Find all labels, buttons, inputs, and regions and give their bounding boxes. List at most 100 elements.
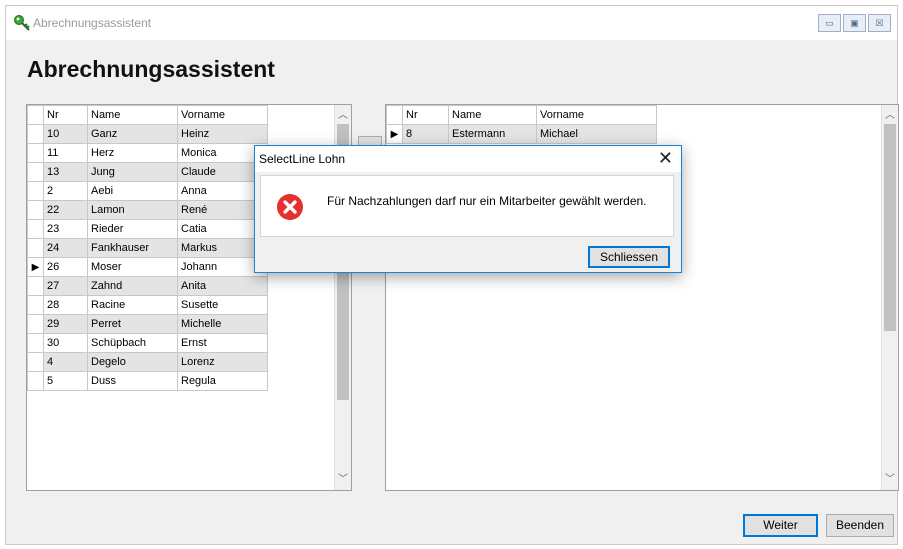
row-selector[interactable] [27, 162, 44, 182]
row-selector[interactable] [27, 295, 44, 315]
cell-nr[interactable]: 4 [43, 352, 88, 372]
cell-nr[interactable]: 10 [43, 124, 88, 144]
cell-name[interactable]: Aebi [87, 181, 178, 201]
scroll-thumb[interactable] [884, 124, 896, 331]
scroll-down-arrow-icon[interactable]: ﹀ [335, 471, 351, 488]
dialog-message: Für Nachzahlungen darf nur ein Mitarbeit… [327, 194, 647, 208]
left-table: Nr Name Vorname 10 Ganz Heinz 11 Herz Mo… [27, 105, 268, 391]
close-button[interactable]: ☒ [868, 14, 891, 32]
table-row[interactable]: 22 Lamon René [27, 200, 268, 220]
minimize-button[interactable]: ▭ [818, 14, 841, 32]
cell-nr[interactable]: 29 [43, 314, 88, 334]
cell-nr[interactable]: 2 [43, 181, 88, 201]
cell-vorname[interactable]: Susette [177, 295, 268, 315]
row-selector[interactable] [27, 276, 44, 296]
row-selector[interactable] [27, 314, 44, 334]
cell-nr[interactable]: 11 [43, 143, 88, 163]
table-row-current[interactable]: ▶ 8 Estermann Michael [386, 124, 657, 144]
table-row[interactable]: 10 Ganz Heinz [27, 124, 268, 144]
scroll-up-arrow-icon[interactable]: ︿ [882, 107, 898, 124]
cell-vorname[interactable]: Heinz [177, 124, 268, 144]
column-header-nr[interactable]: Nr [43, 105, 88, 125]
table-row[interactable]: 30 Schüpbach Ernst [27, 333, 268, 353]
row-selector[interactable] [27, 143, 44, 163]
next-button[interactable]: Weiter [743, 514, 818, 537]
table-row[interactable]: 11 Herz Monica [27, 143, 268, 163]
row-selector[interactable] [27, 333, 44, 353]
row-selector[interactable] [27, 238, 44, 258]
table-row[interactable]: 4 Degelo Lorenz [27, 352, 268, 372]
table-row[interactable]: 2 Aebi Anna [27, 181, 268, 201]
key-icon [14, 15, 30, 31]
row-selector[interactable] [27, 181, 44, 201]
table-row[interactable]: 24 Fankhauser Markus [27, 238, 268, 258]
cell-nr[interactable]: 27 [43, 276, 88, 296]
cell-vorname[interactable]: Regula [177, 371, 268, 391]
row-selector[interactable] [27, 124, 44, 144]
quit-button[interactable]: Beenden [826, 514, 894, 537]
page-title: Abrechnungsassistent [27, 56, 275, 82]
table-row-current[interactable]: ▶ 26 Moser Johann [27, 257, 268, 277]
column-header-vorname[interactable]: Vorname [536, 105, 657, 125]
cell-name[interactable]: Estermann [448, 124, 537, 144]
window-title: Abrechnungsassistent [33, 16, 152, 30]
column-header-name[interactable]: Name [448, 105, 537, 125]
table-row[interactable]: 13 Jung Claude [27, 162, 268, 182]
cell-nr[interactable]: 13 [43, 162, 88, 182]
cell-vorname[interactable]: Michael [536, 124, 657, 144]
dialog-title: SelectLine Lohn [259, 152, 346, 166]
cell-nr[interactable]: 24 [43, 238, 88, 258]
maximize-button[interactable]: ▣ [843, 14, 866, 32]
table-header-row: Nr Name Vorname [27, 105, 268, 125]
row-selector[interactable] [27, 371, 44, 391]
table-row[interactable]: 23 Rieder Catia [27, 219, 268, 239]
table-row[interactable]: 27 Zahnd Anita [27, 276, 268, 296]
row-selector[interactable] [27, 219, 44, 239]
row-selector[interactable]: ▶ [386, 124, 403, 144]
cell-name[interactable]: Ganz [87, 124, 178, 144]
table-header-row: Nr Name Vorname [386, 105, 657, 125]
cell-nr[interactable]: 8 [402, 124, 449, 144]
cell-name[interactable]: Jung [87, 162, 178, 182]
cell-vorname[interactable]: Ernst [177, 333, 268, 353]
column-header-name[interactable]: Name [87, 105, 178, 125]
dialog-body: Für Nachzahlungen darf nur ein Mitarbeit… [260, 175, 674, 237]
row-selector[interactable]: ▶ [27, 257, 44, 277]
row-selector[interactable] [27, 352, 44, 372]
scroll-down-arrow-icon[interactable]: ﹀ [882, 471, 898, 488]
cell-nr[interactable]: 28 [43, 295, 88, 315]
cell-nr[interactable]: 26 [43, 257, 88, 277]
cell-vorname[interactable]: Anita [177, 276, 268, 296]
cell-name[interactable]: Racine [87, 295, 178, 315]
dialog-title-bar: SelectLine Lohn ✕ [255, 146, 681, 172]
cell-name[interactable]: Zahnd [87, 276, 178, 296]
table-row[interactable]: 28 Racine Susette [27, 295, 268, 315]
cell-name[interactable]: Perret [87, 314, 178, 334]
cell-name[interactable]: Degelo [87, 352, 178, 372]
cell-nr[interactable]: 22 [43, 200, 88, 220]
cell-name[interactable]: Moser [87, 257, 178, 277]
cell-nr[interactable]: 23 [43, 219, 88, 239]
table-row[interactable]: 5 Duss Regula [27, 371, 268, 391]
cell-name[interactable]: Rieder [87, 219, 178, 239]
window-controls: ▭ ▣ ☒ [818, 14, 891, 32]
cell-name[interactable]: Duss [87, 371, 178, 391]
scroll-up-arrow-icon[interactable]: ︿ [335, 107, 351, 124]
close-icon[interactable]: ✕ [658, 147, 673, 169]
cell-name[interactable]: Herz [87, 143, 178, 163]
cell-name[interactable]: Fankhauser [87, 238, 178, 258]
table-row[interactable]: 29 Perret Michelle [27, 314, 268, 334]
column-header-nr[interactable]: Nr [402, 105, 449, 125]
error-icon [277, 194, 303, 220]
row-selector[interactable] [27, 200, 44, 220]
title-bar: Abrechnungsassistent ▭ ▣ ☒ [6, 6, 897, 40]
cell-vorname[interactable]: Lorenz [177, 352, 268, 372]
column-header-vorname[interactable]: Vorname [177, 105, 268, 125]
cell-name[interactable]: Schüpbach [87, 333, 178, 353]
cell-nr[interactable]: 5 [43, 371, 88, 391]
cell-name[interactable]: Lamon [87, 200, 178, 220]
cell-nr[interactable]: 30 [43, 333, 88, 353]
right-vertical-scrollbar[interactable]: ︿ ﹀ [881, 105, 898, 490]
cell-vorname[interactable]: Michelle [177, 314, 268, 334]
close-dialog-button[interactable]: Schliessen [588, 246, 670, 268]
